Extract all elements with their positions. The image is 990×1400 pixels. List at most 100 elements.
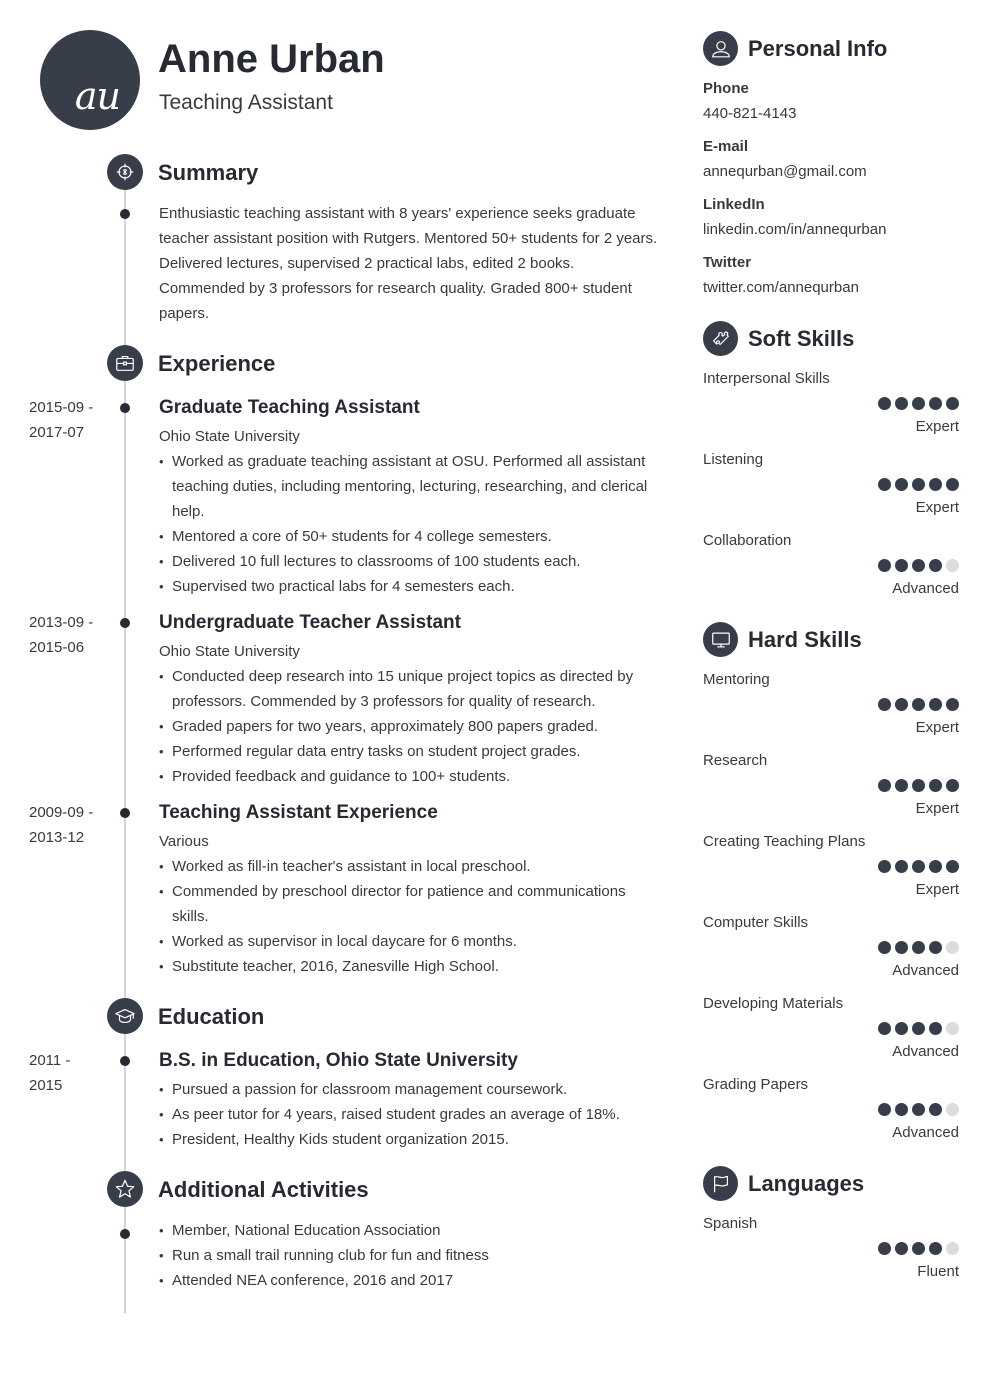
rating-dot-filled — [946, 478, 959, 491]
entry-date: 2011 - 2015 — [29, 1048, 109, 1098]
rating-dot-filled — [895, 397, 908, 410]
star-icon — [107, 1171, 143, 1207]
rating-dot-filled — [912, 1242, 925, 1255]
info-value-linkedin[interactable]: linkedin.com/in/annequrban — [703, 221, 886, 238]
section-title-languages: Languages — [748, 1171, 865, 1196]
entry-bullets: Worked as fill-in teacher's assistant in… — [159, 854, 659, 979]
skill-rating — [878, 478, 959, 491]
info-value-phone[interactable]: 440-821-4143 — [703, 105, 796, 122]
skill-rating — [878, 698, 959, 711]
rating-dot-filled — [878, 478, 891, 491]
rating-dot-filled — [912, 478, 925, 491]
entry-bullets: Pursued a passion for classroom manageme… — [159, 1077, 659, 1152]
rating-dot-filled — [895, 941, 908, 954]
rating-dot-filled — [912, 1103, 925, 1116]
rating-dot-filled — [929, 1242, 942, 1255]
skill-rating — [878, 1103, 959, 1116]
puzzle-icon — [703, 321, 738, 356]
info-label-email: E-mail — [703, 138, 749, 155]
language-name: Spanish — [703, 1215, 758, 1232]
rating-dot-filled — [912, 698, 925, 711]
entry-date: 2013-09 - 2015-06 — [29, 610, 109, 660]
briefcase-icon — [107, 345, 143, 381]
bullet-item: Worked as supervisor in local daycare fo… — [159, 929, 659, 954]
rating-dot-filled — [878, 559, 891, 572]
timeline-dot — [119, 1056, 130, 1066]
activities-bullets: Member, National Education Association R… — [159, 1218, 659, 1293]
skill-rating — [878, 941, 959, 954]
skill-item: Collaboration Advanced — [703, 532, 959, 602]
date-end: 2015 — [29, 1077, 63, 1094]
rating-dot-filled — [929, 478, 942, 491]
section-title-soft-skills: Soft Skills — [748, 326, 855, 351]
section-title-education: Education — [158, 1004, 265, 1029]
graduation-cap-icon — [107, 998, 143, 1034]
bullet-item: President, Healthy Kids student organiza… — [159, 1127, 659, 1152]
bullet-item: Conducted deep research into 15 unique p… — [159, 664, 659, 714]
rating-dot-empty — [946, 941, 959, 954]
entry-title: Undergraduate Teacher Assistant — [159, 612, 461, 633]
skill-name: Computer Skills — [703, 914, 809, 931]
skill-level: Expert — [915, 418, 959, 435]
skill-rating — [878, 559, 959, 572]
bullet-item: Mentored a core of 50+ students for 4 co… — [159, 524, 659, 549]
rating-dot-empty — [946, 1022, 959, 1035]
rating-dot-filled — [946, 779, 959, 792]
info-label-twitter: Twitter — [703, 254, 752, 271]
skill-item: Listening Expert — [703, 451, 959, 521]
rating-dot-filled — [912, 1022, 925, 1035]
summary-text: Enthusiastic teaching assistant with 8 y… — [159, 205, 658, 322]
experience-entry: Teaching Assistant Experience Various Wo… — [159, 800, 659, 979]
section-title-activities: Additional Activities — [158, 1177, 369, 1202]
rating-dot-filled — [912, 941, 925, 954]
rating-dot-filled — [929, 1022, 942, 1035]
skill-item: Interpersonal Skills Expert — [703, 370, 959, 440]
skill-item: Computer Skills Advanced — [703, 914, 959, 984]
rating-dot-filled — [878, 698, 891, 711]
experience-entry: Graduate Teaching Assistant Ohio State U… — [159, 395, 659, 599]
rating-dot-empty — [946, 1242, 959, 1255]
section-title-hard-skills: Hard Skills — [748, 627, 862, 652]
info-value-twitter[interactable]: twitter.com/annequrban — [703, 279, 859, 296]
entry-bullets: Conducted deep research into 15 unique p… — [159, 664, 659, 789]
experience-entry: Undergraduate Teacher Assistant Ohio Sta… — [159, 610, 659, 789]
date-start: 2011 - — [29, 1052, 71, 1069]
candidate-role: Teaching Assistant — [159, 91, 333, 114]
skill-name: Research — [703, 752, 768, 769]
skill-name: Developing Materials — [703, 995, 844, 1012]
info-label-phone: Phone — [703, 80, 749, 97]
language-level: Fluent — [917, 1263, 959, 1280]
rating-dot-filled — [929, 1103, 942, 1116]
rating-dot-filled — [912, 559, 925, 572]
candidate-name: Anne Urban — [158, 37, 385, 81]
bullet-item: Member, National Education Association — [159, 1218, 659, 1243]
skill-item: Mentoring Expert — [703, 671, 959, 741]
entry-org: Various — [159, 833, 209, 850]
entry-date: 2009-09 - 2013-12 — [29, 800, 109, 850]
rating-dot-filled — [895, 1022, 908, 1035]
rating-dot-filled — [895, 779, 908, 792]
rating-dot-filled — [912, 397, 925, 410]
avatar-initials: au — [74, 74, 121, 118]
section-title-experience: Experience — [158, 351, 276, 376]
date-start: 2015-09 - — [29, 399, 94, 416]
date-end: 2017-07 — [29, 424, 85, 441]
skill-level: Expert — [915, 800, 959, 817]
entry-org: Ohio State University — [159, 428, 300, 445]
timeline-dot — [119, 209, 130, 219]
entry-date: 2015-09 - 2017-07 — [29, 395, 109, 445]
bullet-item: Run a small trail running club for fun a… — [159, 1243, 659, 1268]
entry-bullets: Worked as graduate teaching assistant at… — [159, 449, 659, 599]
timeline-dot — [119, 618, 130, 628]
entry-title: Graduate Teaching Assistant — [159, 397, 420, 418]
info-value-email[interactable]: annequrban@gmail.com — [703, 163, 867, 180]
rating-dot-filled — [878, 397, 891, 410]
skill-level: Expert — [915, 719, 959, 736]
rating-dot-filled — [895, 559, 908, 572]
entry-org: Ohio State University — [159, 643, 300, 660]
entry-title: B.S. in Education, Ohio State University — [159, 1050, 518, 1071]
rating-dot-filled — [895, 1103, 908, 1116]
skill-item: Developing Materials Advanced — [703, 995, 959, 1065]
rating-dot-filled — [946, 397, 959, 410]
skill-level: Expert — [915, 881, 959, 898]
